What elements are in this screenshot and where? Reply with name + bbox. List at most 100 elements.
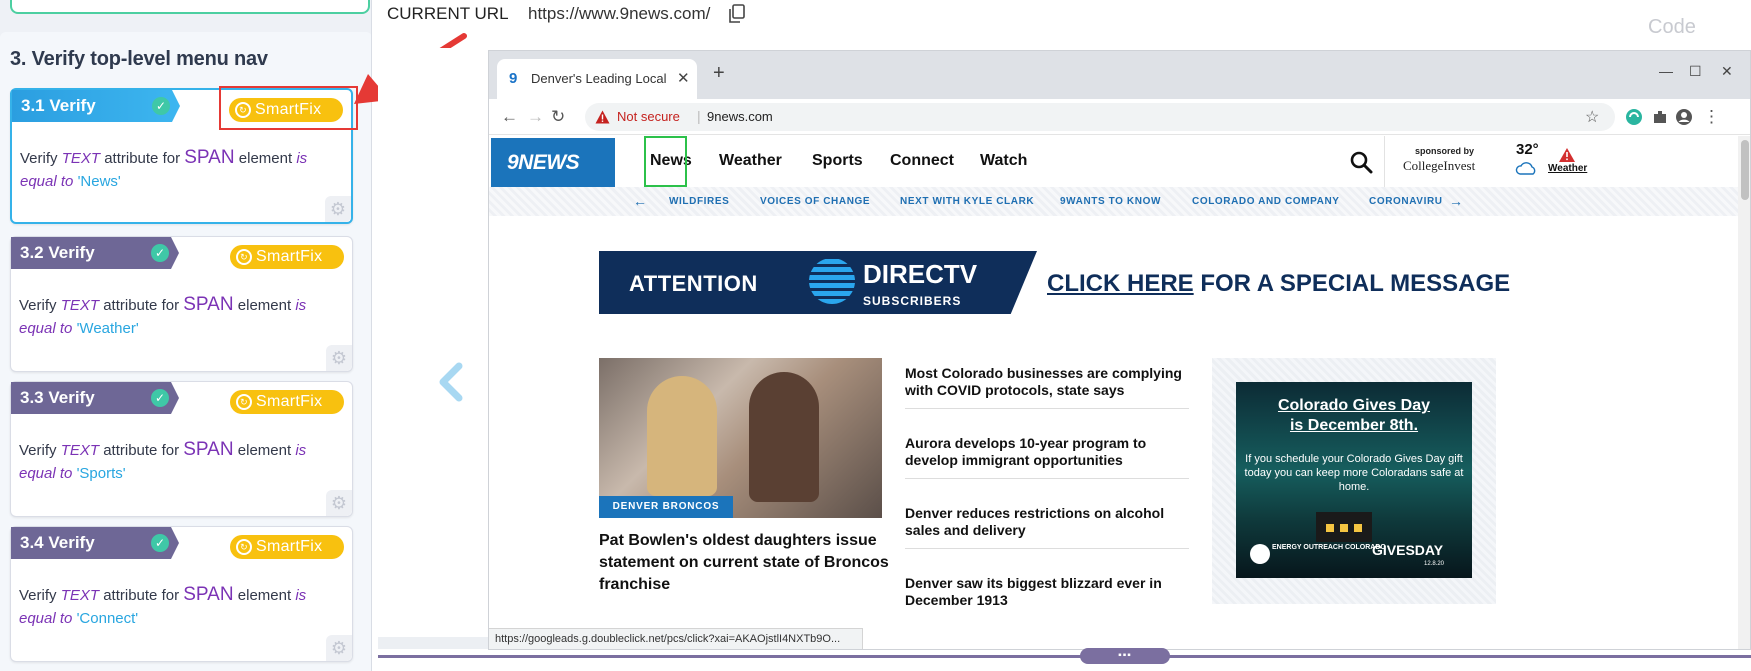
smartfix-icon: ↻ (236, 539, 252, 555)
page-scrollbar[interactable] (1738, 136, 1750, 649)
step-card-3-2[interactable]: 3.2 Verify ✓ ↻ SmartFix Verify TEXT attr… (10, 236, 353, 372)
step-keyword-is: is (295, 297, 307, 314)
nav-watch[interactable]: Watch (980, 152, 1027, 170)
step-text-mid: attribute for (103, 442, 180, 459)
new-tab-icon[interactable]: + (713, 63, 725, 83)
subnav-item[interactable]: WILDFIRES (669, 196, 729, 207)
step-keyword-equal: equal to (20, 173, 74, 190)
extension-icon[interactable] (1625, 108, 1643, 126)
smartfix-button[interactable]: ↻ SmartFix (230, 535, 344, 559)
smartfix-label: SmartFix (256, 538, 323, 555)
browser-tab[interactable]: 9 Denver's Leading Local Ne ✕ (497, 59, 697, 99)
step-card-3-4[interactable]: 3.4 Verify ✓ ↻ SmartFix Verify TEXT attr… (10, 526, 353, 662)
subnav-item[interactable]: VOICES OF CHANGE (760, 196, 870, 207)
nav-sports[interactable]: Sports (812, 152, 863, 170)
code-button[interactable]: Code (1648, 16, 1696, 39)
story-divider (905, 478, 1189, 479)
step-keyword-is: is (295, 442, 307, 459)
header-divider (1384, 136, 1385, 187)
window-close-icon[interactable]: ✕ (1721, 63, 1733, 80)
story-link[interactable]: Most Colorado businesses are complying w… (905, 365, 1189, 399)
subnav-item[interactable]: CORONAVIRU (1369, 196, 1443, 207)
step-keyword-equal: equal to (19, 320, 73, 337)
smartfix-icon: ↻ (236, 394, 252, 410)
photo-category-tag[interactable]: DENVER BRONCOS (599, 496, 733, 518)
copy-icon[interactable] (728, 4, 746, 24)
nav-connect[interactable]: Connect (890, 152, 954, 170)
previous-step-card[interactable] (10, 0, 370, 14)
back-icon[interactable]: ← (501, 107, 518, 127)
energy-outreach-logo (1250, 544, 1270, 564)
sponsor-logo[interactable]: CollegeInvest (1403, 158, 1475, 174)
weather-alert-icon[interactable] (1559, 148, 1575, 162)
drag-handle-icon[interactable]: ▪▪▪ (1080, 648, 1170, 664)
smartfix-icon: ↻ (236, 249, 252, 265)
browser-toolbar: ← → ↻ Not secure | 9news.com ☆ ⋮ (489, 99, 1750, 135)
step-element-tag: SPAN (183, 439, 234, 460)
story-link[interactable]: Denver reduces restrictions on alcohol s… (905, 505, 1189, 539)
web-page: 9NEWS News Weather Sports Connect Watch … (489, 136, 1750, 649)
forward-icon[interactable]: → (527, 107, 544, 127)
warning-icon (595, 110, 610, 124)
subnav-prev-icon[interactable]: ← (633, 193, 647, 209)
nav-weather[interactable]: Weather (719, 152, 782, 170)
check-icon: ✓ (151, 244, 169, 262)
weather-link[interactable]: Weather (1548, 163, 1587, 174)
chevron-left-icon[interactable] (435, 362, 465, 402)
step-text-element: element (238, 150, 293, 167)
story-link[interactable]: Denver saw its biggest blizzard ever in … (905, 575, 1189, 609)
search-icon[interactable] (1349, 150, 1373, 174)
subnav-next-icon[interactable]: → (1449, 193, 1463, 209)
gear-icon[interactable]: ⚙ (325, 196, 351, 222)
menu-kebab-icon[interactable]: ⋮ (1703, 107, 1720, 127)
step-text-prefix: Verify (19, 442, 57, 459)
gear-icon[interactable]: ⚙ (326, 635, 352, 661)
ad-click-here-link[interactable]: CLICK HERE FOR A SPECIAL MESSAGE (1047, 270, 1510, 298)
step-element-tag: SPAN (183, 584, 234, 605)
colorado-gives-day-ad[interactable]: Colorado Gives Day is December 8th. If y… (1236, 382, 1472, 578)
step-text-element: element (237, 297, 292, 314)
close-tab-icon[interactable]: ✕ (677, 69, 690, 87)
side-ad-title-line: is December 8th. (1289, 417, 1419, 434)
scrollbar-thumb[interactable] (1741, 140, 1749, 200)
preview-scroll-strip (378, 637, 488, 649)
smartfix-highlight-box (219, 86, 358, 130)
lead-story-headline[interactable]: Pat Bowlen's oldest daughters issue stat… (599, 530, 889, 596)
reload-icon[interactable]: ↻ (551, 107, 565, 127)
step-text-mid: attribute for (104, 150, 181, 167)
gives-day-logo-text: GIVESDAY (1372, 542, 1444, 558)
step-text-prefix: Verify (20, 150, 58, 167)
gear-icon[interactable]: ⚙ (326, 490, 352, 516)
address-url: 9news.com (707, 109, 773, 124)
maximize-icon[interactable]: ☐ (1689, 63, 1702, 80)
address-bar[interactable]: Not secure | 9news.com ☆ (585, 103, 1615, 131)
step-card-3-3[interactable]: 3.3 Verify ✓ ↻ SmartFix Verify TEXT attr… (10, 381, 353, 517)
subnav-item[interactable]: NEXT WITH KYLE CLARK (900, 196, 1034, 207)
9news-logo[interactable]: 9NEWS (491, 138, 615, 187)
step-text-mid: attribute for (103, 297, 180, 314)
lead-story-photo[interactable]: DENVER BRONCOS (599, 358, 882, 518)
minimize-icon[interactable]: — (1659, 63, 1673, 79)
ad-attention-text: ATTENTION (629, 271, 758, 296)
check-icon: ✓ (151, 534, 169, 552)
story-link[interactable]: Aurora develops 10-year program to devel… (905, 435, 1189, 469)
subnav-item[interactable]: 9WANTS TO KNOW (1060, 196, 1161, 207)
sponsored-by-label: sponsored by (1415, 146, 1475, 156)
step-keyword-text: TEXT (60, 442, 100, 459)
bookmark-star-icon[interactable]: ☆ (1585, 107, 1599, 127)
step-expected-value: 'Weather' (76, 320, 139, 337)
ad-click-here-text: CLICK HERE (1047, 270, 1194, 297)
puzzle-icon[interactable] (1651, 108, 1669, 126)
gear-icon[interactable]: ⚙ (326, 345, 352, 371)
smartfix-button[interactable]: ↻ SmartFix (230, 390, 344, 414)
directv-ad-banner[interactable]: ATTENTION DIRECTV SUBSCRIBERS (599, 251, 1037, 314)
step-expected-value: 'Sports' (76, 465, 126, 482)
ad-subscribers-text: SUBSCRIBERS (863, 294, 962, 308)
smartfix-button[interactable]: ↻ SmartFix (230, 245, 344, 269)
step-description: Verify TEXT attribute for SPAN element i… (19, 438, 345, 485)
profile-icon[interactable] (1675, 108, 1693, 126)
9news-favicon-icon: 9 (509, 70, 518, 87)
temperature[interactable]: 32° (1516, 141, 1539, 158)
subnav-item[interactable]: COLORADO AND COMPANY (1192, 196, 1340, 207)
step-description: Verify TEXT attribute for SPAN element i… (19, 583, 345, 630)
